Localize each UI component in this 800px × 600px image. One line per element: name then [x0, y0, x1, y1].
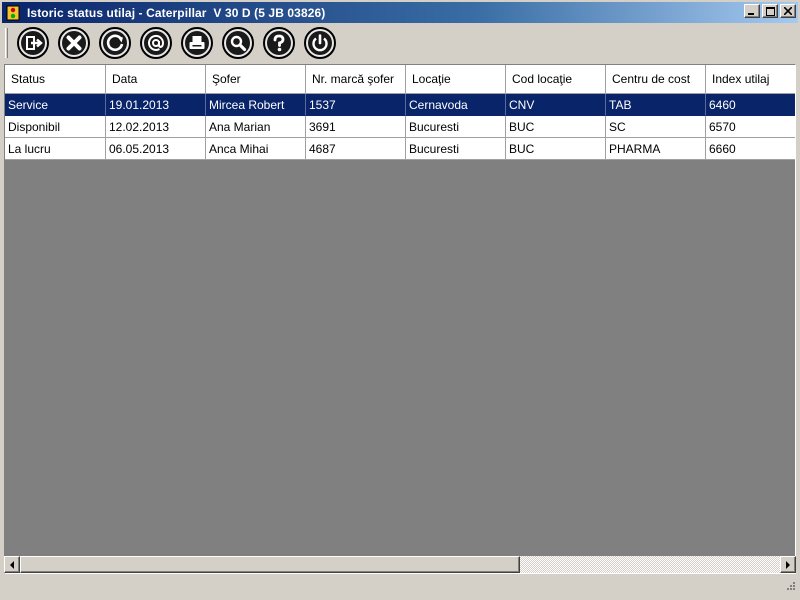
column-header-driver-number[interactable]: Nr. marcă şofer — [306, 65, 406, 94]
cell-equipment-index: 6660 — [706, 138, 795, 160]
cell-driver-number: 1537 — [306, 94, 406, 116]
search-button[interactable] — [219, 26, 257, 60]
cell-location: Bucuresti — [406, 116, 506, 138]
exit-icon — [17, 27, 49, 59]
cell-status: Service — [5, 94, 106, 116]
title-bar[interactable]: Istoric status utilaj - Caterpillar V 30… — [2, 2, 798, 23]
delete-button[interactable] — [55, 26, 93, 60]
cell-location-code: CNV — [506, 94, 606, 116]
exit-button[interactable] — [14, 26, 52, 60]
email-button[interactable] — [137, 26, 175, 60]
maximize-icon — [765, 6, 775, 16]
cell-date: 12.02.2013 — [106, 116, 206, 138]
horizontal-scrollbar[interactable] — [4, 556, 796, 573]
cell-equipment-index: 6460 — [706, 94, 795, 116]
question-icon — [263, 27, 295, 59]
cell-driver-number: 3691 — [306, 116, 406, 138]
arrow-left-icon — [10, 560, 14, 569]
close-button[interactable] — [780, 4, 796, 18]
table-row[interactable]: Service 19.01.2013 Mircea Robert 1537 Ce… — [5, 94, 795, 116]
cell-location: Cernavoda — [406, 94, 506, 116]
column-header-equipment-index[interactable]: Index utilaj — [706, 65, 795, 94]
refresh-button[interactable] — [96, 26, 134, 60]
resize-grip-icon[interactable] — [784, 581, 796, 596]
cell-equipment-index: 6570 — [706, 116, 795, 138]
toolbar — [2, 24, 798, 62]
at-sign-icon — [140, 27, 172, 59]
printer-icon — [181, 27, 213, 59]
column-header-location[interactable]: Locaţie — [406, 65, 506, 94]
scroll-left-button[interactable] — [4, 556, 20, 573]
status-history-grid[interactable]: Status Data Şofer Nr. marcă şofer Locaţi… — [4, 64, 796, 574]
minimize-icon — [748, 13, 754, 15]
cell-location-code: BUC — [506, 138, 606, 160]
cell-status: La lucru — [5, 138, 106, 160]
scroll-thumb[interactable] — [20, 556, 520, 573]
cell-status: Disponibil — [5, 116, 106, 138]
scroll-right-button[interactable] — [780, 556, 796, 573]
toolbar-grip[interactable] — [5, 28, 8, 58]
cell-driver: Anca Mihai — [206, 138, 306, 160]
help-button[interactable] — [260, 26, 298, 60]
refresh-icon — [99, 27, 131, 59]
title-buttons — [742, 4, 796, 18]
arrow-right-icon — [786, 560, 790, 569]
x-circle-icon — [58, 27, 90, 59]
grid-header: Status Data Şofer Nr. marcă şofer Locaţi… — [5, 65, 795, 94]
cell-driver: Ana Marian — [206, 116, 306, 138]
cell-location-code: BUC — [506, 116, 606, 138]
column-header-location-code[interactable]: Cod locaţie — [506, 65, 606, 94]
column-header-driver[interactable]: Şofer — [206, 65, 306, 94]
status-bar — [2, 576, 798, 598]
power-button[interactable] — [301, 26, 339, 60]
grid-rows: Service 19.01.2013 Mircea Robert 1537 Ce… — [5, 94, 795, 160]
cell-cost-center: PHARMA — [606, 138, 706, 160]
app-icon — [5, 5, 21, 21]
table-row[interactable]: La lucru 06.05.2013 Anca Mihai 4687 Bucu… — [5, 138, 795, 160]
magnifier-icon — [222, 27, 254, 59]
column-header-date[interactable]: Data — [106, 65, 206, 94]
close-icon — [784, 7, 792, 15]
cell-cost-center: SC — [606, 116, 706, 138]
column-header-cost-center[interactable]: Centru de cost — [606, 65, 706, 94]
cell-driver: Mircea Robert — [206, 94, 306, 116]
cell-driver-number: 4687 — [306, 138, 406, 160]
cell-cost-center: TAB — [606, 94, 706, 116]
power-icon — [304, 27, 336, 59]
cell-date: 06.05.2013 — [106, 138, 206, 160]
app-window: Istoric status utilaj - Caterpillar V 30… — [0, 0, 800, 600]
column-header-status[interactable]: Status — [5, 65, 106, 94]
table-row[interactable]: Disponibil 12.02.2013 Ana Marian 3691 Bu… — [5, 116, 795, 138]
minimize-button[interactable] — [744, 4, 760, 18]
print-button[interactable] — [178, 26, 216, 60]
maximize-button[interactable] — [762, 4, 778, 18]
window-title: Istoric status utilaj - Caterpillar V 30… — [27, 5, 326, 20]
cell-location: Bucuresti — [406, 138, 506, 160]
cell-date: 19.01.2013 — [106, 94, 206, 116]
